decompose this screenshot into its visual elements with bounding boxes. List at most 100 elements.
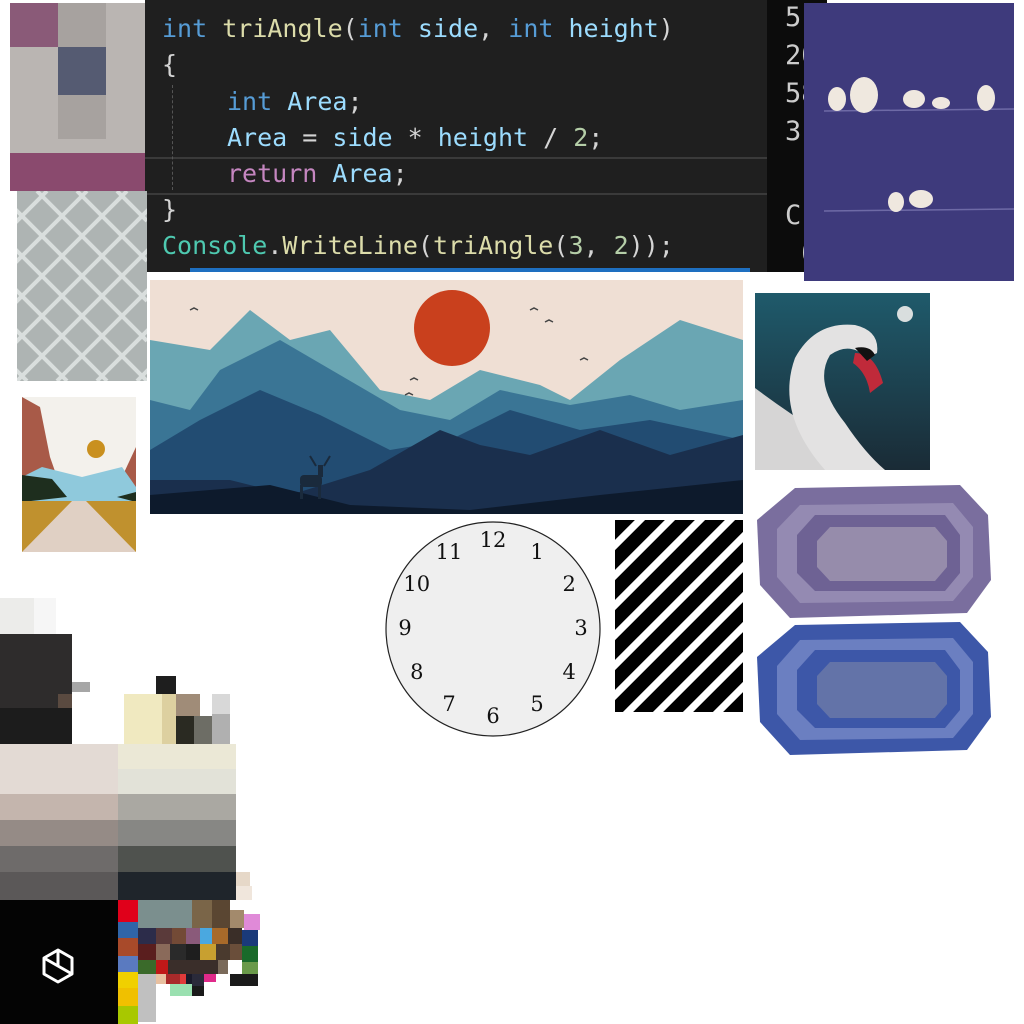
swatch [168,960,218,974]
swatch [156,960,168,974]
swatch [138,900,192,928]
swatch [138,944,156,960]
swatch [138,960,156,974]
swatch [236,872,250,886]
purple-rug-illustration [757,485,991,618]
scroll-indicator [190,268,750,272]
swatch [212,694,230,714]
swatch [118,744,236,769]
swatch [156,974,166,984]
swatch [200,944,216,960]
clock-number: 11 [435,539,463,564]
swatch [118,938,138,956]
swatch [212,714,230,744]
swatch [192,974,204,986]
swatch [0,598,34,634]
code-line-3: int Area; [227,87,363,116]
swatch [230,944,242,960]
swatch [242,946,258,962]
stripes-pattern [615,520,743,712]
swatch [244,914,260,930]
slate-block [58,47,106,95]
clock-number: 7 [442,692,456,717]
swatch [200,928,212,944]
clock-number: 8 [410,660,424,684]
clock-number: 12 [479,528,507,552]
swatch [118,988,138,1006]
swatch [138,974,156,1022]
abstract-square-tile [10,3,150,191]
swatch [230,974,258,986]
clock-number: 1 [530,539,544,564]
clock-number: 5 [530,692,544,717]
swatch [162,694,176,744]
desert-road-image [22,397,136,552]
swatch [170,944,186,960]
blue-rug-illustration [757,622,991,755]
swatch [0,820,118,846]
swatch [118,922,138,938]
clock-number: 4 [562,660,576,684]
swatch [0,846,118,872]
code-line-2: { [162,50,178,79]
swatch [212,900,230,928]
code-editor-snippet: int triAngle(int side, int height) { int… [145,0,767,272]
swatch [156,928,172,944]
swatch [118,872,236,900]
code-line-4: Area = side * height / 2; [227,123,604,152]
swatch [118,1006,138,1024]
swatch [192,986,204,996]
swatch [212,928,228,944]
swatch [170,984,192,996]
swatch [138,928,156,944]
swatch [166,974,180,984]
swatch [176,716,194,744]
clock-number: 10 [403,572,431,596]
clock-number: 3 [574,616,588,640]
swatch [118,794,236,820]
blue-oval-rug [755,622,993,757]
unity-logo-icon [42,948,74,984]
swatch [124,694,162,744]
grey-block [58,95,106,139]
swatch [192,900,212,928]
swatch [236,886,252,900]
mountain-deer-landscape [150,280,743,514]
clock-number: 6 [486,704,500,728]
clock-number: 9 [398,616,412,640]
mauve-stripe [10,153,150,191]
birds-on-wire-image [804,3,1014,281]
landscape-illustration [150,290,743,514]
grey-block [58,3,106,47]
purple-oval-rug [755,485,993,620]
code-line-7: Console.WriteLine(triAngle(3, 2)); [162,231,674,260]
birds-illustration [823,77,1014,212]
swatch [194,716,212,744]
swatch [0,708,72,744]
swatch [118,972,138,988]
swatch [0,872,118,900]
swatch [156,944,170,960]
swatch [118,769,236,794]
swatch [204,974,216,982]
swan-image [755,293,930,470]
indent-guide [172,85,173,190]
swatch [72,682,90,692]
swatch [34,598,56,634]
swatch [172,928,186,944]
swatch [216,944,230,960]
diamond-lattice-tile [17,191,147,381]
swatch [186,944,200,960]
clock-face: 12 1 2 3 4 5 6 7 8 9 10 11 [384,520,604,740]
swatch [242,930,258,946]
swatch [228,928,242,944]
code-line-5: return Area; [227,159,408,188]
mauve-block [10,3,58,47]
color-palette-swatches [0,598,270,1024]
lattice-pattern [17,191,147,381]
swatch [0,794,118,820]
swatch [186,928,200,944]
swatch [118,846,236,872]
clock-number: 2 [562,572,576,596]
swatch [176,694,200,716]
